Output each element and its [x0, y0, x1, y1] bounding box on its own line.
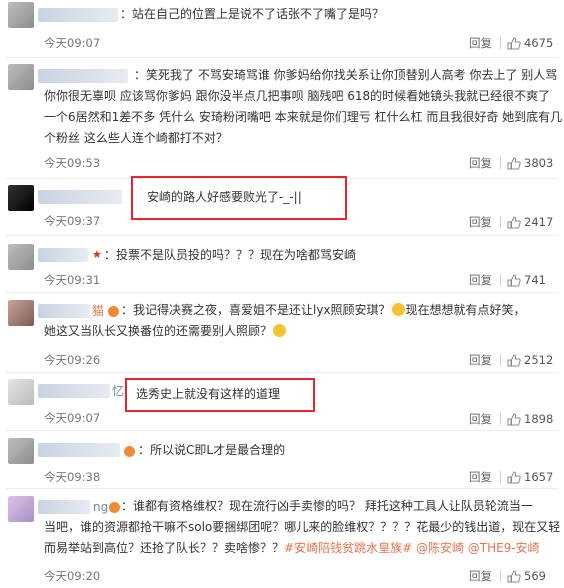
reply-button[interactable]: 回复 [469, 470, 492, 484]
thumbs-up-icon [507, 569, 521, 582]
comment-time: 今天09:20 [44, 569, 101, 583]
comment-text-line: 你你很无辜呗 应该骂你爹妈 跟你没半点几把事呗 脑残吧 618的时候看她镜头我就… [44, 89, 551, 103]
like-button[interactable]: 2512 [507, 353, 553, 367]
like-button[interactable]: 1657 [507, 470, 553, 484]
like-button[interactable]: 4675 [507, 36, 553, 50]
like-count: 1898 [524, 412, 554, 426]
comment-item: ng ：谁都有资格维权？现在流行凶手卖惨的吗？ 拜托这种工具人让队员轮流当一 当… [0, 489, 564, 588]
like-count: 741 [524, 273, 546, 287]
avatar[interactable] [8, 185, 34, 211]
username-suffix[interactable]: 猫 [92, 302, 104, 320]
comment-time: 今天09:53 [44, 156, 101, 170]
divider [500, 354, 501, 366]
reply-button[interactable]: 回复 [469, 412, 492, 426]
comment-time: 今天09:07 [44, 36, 101, 50]
comment-text-line: 而易举站到高位？还抢了队长？？卖啥惨？？#安崎陪钱贫跳水皇族# @陈安崎 @TH… [44, 541, 540, 555]
avatar[interactable] [8, 64, 34, 90]
divider [500, 274, 501, 286]
thumbs-up-icon [507, 36, 521, 49]
comment-time: 今天09:31 [44, 273, 101, 287]
comment-text: ：投票不是队员投的吗？？？现在为啥都骂安崎 [104, 248, 357, 262]
comment-time: 今天09:26 [44, 353, 101, 367]
username[interactable] [38, 500, 90, 514]
comment-text: 选秀史上就没有这样的道理 [136, 387, 281, 401]
comment-text-line: 她这又当队长又换番位的还需要别人照顾？ [44, 321, 287, 342]
avatar[interactable] [8, 244, 34, 270]
badge-icon [108, 306, 119, 317]
username[interactable] [38, 384, 110, 398]
like-button[interactable]: 2417 [507, 215, 553, 229]
comment-time: 今天09:07 [44, 411, 101, 425]
reply-button[interactable]: 回复 [469, 273, 492, 287]
topic-tags[interactable]: #安崎陪钱贫跳水皇族# @陈安崎 @THE9-安崎 [284, 541, 540, 555]
username-suffix[interactable]: ng [93, 498, 108, 516]
like-button[interactable]: 569 [507, 569, 546, 583]
reply-button[interactable]: 回复 [469, 569, 492, 583]
username[interactable] [38, 443, 120, 457]
thumbs-up-icon [507, 412, 521, 425]
comment-text: ：站在自己的位置上是说不了话张不了嘴了是吗？ [120, 7, 385, 21]
divider [500, 570, 501, 582]
username[interactable] [38, 8, 118, 22]
comment-time: 今天09:37 [44, 214, 101, 228]
thumbs-up-icon [507, 353, 521, 366]
comment-item: 忆 选秀史上就没有这样的道理 今天09:07 回复 1898 [0, 373, 564, 430]
thumbs-up-icon [507, 273, 521, 286]
comment-item: 安崎的路人好感要败光了-_-|| 今天09:37 回复 2417 [0, 176, 564, 235]
avatar[interactable] [8, 379, 34, 405]
avatar[interactable] [8, 300, 34, 326]
reply-button[interactable]: 回复 [469, 215, 492, 229]
divider [500, 413, 501, 425]
like-button[interactable]: 3803 [507, 156, 553, 170]
comment-text: ：所以说C即L才是最合理的 [138, 443, 286, 457]
divider [500, 37, 501, 49]
divider [500, 216, 501, 228]
thumbs-up-icon [507, 215, 521, 228]
like-count: 2417 [524, 215, 554, 229]
emoji-icon [273, 324, 287, 337]
avatar[interactable] [8, 438, 34, 464]
username[interactable] [38, 69, 128, 83]
like-count: 569 [524, 569, 546, 583]
reply-button[interactable]: 回复 [469, 353, 492, 367]
username[interactable] [38, 190, 122, 204]
comment-time: 今天09:38 [44, 470, 101, 484]
username[interactable] [38, 304, 90, 318]
avatar[interactable] [8, 2, 34, 28]
emoji-icon [391, 303, 405, 316]
comment-text-line: 一个6居然和1差不多 凭什么 安琦粉闭嘴吧 本来就是你们理亏 杠什么杠 而且我很… [44, 110, 563, 124]
comment-item: ：站在自己的位置上是说不了话张不了嘴了是吗？ 今天09:07 回复 4675 [0, 0, 564, 58]
like-button[interactable]: 741 [507, 273, 546, 287]
comment-item: 猫 ：我记得决赛之夜，喜爱姐不是还让lyx照顾安琪？ 现在想想就有点好笑， 她这又… [0, 293, 564, 373]
like-button[interactable]: 1898 [507, 412, 553, 426]
comment-text-line: 当吧，谁的资源都抢干嘛不solo要捆绑团呢？哪儿来的脸维权？？？？花最少的钱出道… [44, 520, 561, 534]
badge-icon [124, 446, 135, 457]
comment-item: ：所以说C即L才是最合理的 今天09:38 回复 1657 [0, 431, 564, 488]
reply-button[interactable]: 回复 [469, 156, 492, 170]
divider [500, 157, 501, 169]
avatar[interactable] [8, 496, 34, 522]
comment-text: ：我记得决赛之夜，喜爱姐不是还让lyx照顾安琪？ 现在想想就有点好笑， [121, 303, 526, 317]
username[interactable] [38, 248, 88, 262]
badge-icon: ★ [92, 248, 102, 261]
like-count: 3803 [524, 156, 554, 170]
like-count: 4675 [524, 36, 554, 50]
thumbs-up-icon [507, 156, 521, 169]
username-suffix[interactable]: 忆 [112, 382, 124, 400]
comment-text: ：笑死我了 不骂安琦骂谁 你爹妈给你找关系让你顶替别人高考 你去上了 别人骂 [134, 68, 558, 82]
thumbs-up-icon [507, 470, 521, 483]
comment-item: ★ ：投票不是队员投的吗？？？现在为啥都骂安崎 今天09:31 回复 741 [0, 236, 564, 292]
reply-button[interactable]: 回复 [469, 36, 492, 50]
like-count: 1657 [524, 470, 554, 484]
like-count: 2512 [524, 353, 554, 367]
comment-text-line: 个粉丝 这么些人连个崎都打不对？ [44, 131, 228, 145]
badge-icon [109, 502, 120, 513]
comment-text: ：谁都有资格维权？现在流行凶手卖惨的吗？ 拜托这种工具人让队员轮流当一 [121, 499, 533, 513]
divider [500, 471, 501, 483]
comment-text: 安崎的路人好感要败光了-_-|| [147, 190, 302, 204]
comment-item: ：笑死我了 不骂安琦骂谁 你爹妈给你找关系让你顶替别人高考 你去上了 别人骂 你… [0, 58, 564, 178]
